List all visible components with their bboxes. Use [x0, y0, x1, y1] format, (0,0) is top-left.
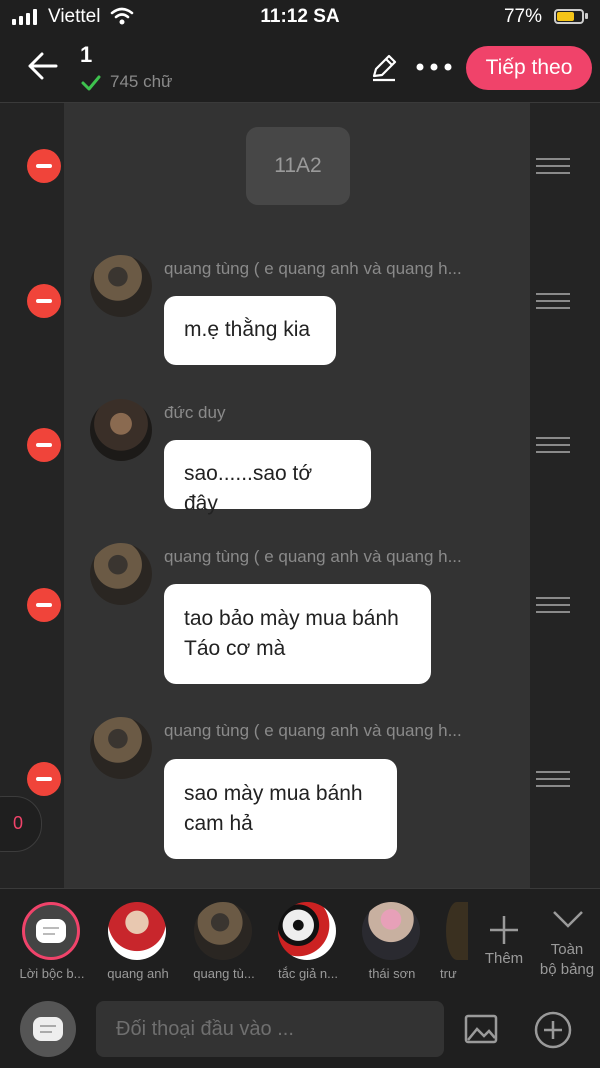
character-label: thái sơn: [368, 966, 416, 981]
battery-icon: [554, 9, 584, 24]
avatar: [90, 399, 152, 461]
check-icon: [81, 75, 101, 91]
chapter-title[interactable]: 1: [80, 42, 92, 68]
delete-button[interactable]: [27, 149, 61, 183]
delete-button[interactable]: [27, 428, 61, 462]
counter-value: 0: [13, 813, 24, 833]
narration-character[interactable]: [22, 902, 80, 960]
character-label: Lời bộc b...: [19, 966, 85, 981]
drag-handle-icon[interactable]: [536, 158, 570, 176]
battery-tip: [585, 13, 588, 19]
add-character-icon[interactable]: [488, 914, 520, 946]
message-line: Táo cơ mà: [184, 637, 286, 660]
narration-block[interactable]: 11A2: [246, 127, 350, 205]
status-bar: Viettel 11:12 SA 77%: [0, 0, 600, 34]
drag-handle-icon[interactable]: [536, 771, 570, 789]
back-arrow-icon[interactable]: [28, 52, 58, 80]
delete-button[interactable]: [27, 762, 61, 796]
battery-percent: 77%: [503, 6, 542, 27]
edit-pencil-icon[interactable]: [370, 54, 398, 82]
collapse-label-line: Toàn: [550, 941, 584, 958]
add-circle-icon[interactable]: [533, 1010, 573, 1050]
message-bubble[interactable]: sao mày mua bánh cam hả: [164, 759, 397, 859]
character-avatar[interactable]: [362, 902, 420, 960]
avatar: [90, 543, 152, 605]
message-line: tao bảo mày mua bánh: [184, 607, 399, 630]
narration-icon: [36, 919, 66, 943]
add-character-label[interactable]: Thêm: [476, 950, 532, 967]
message-line: m.ẹ thằng kia: [184, 318, 311, 341]
speaker-name: quang tùng ( e quang anh và quang h...: [164, 259, 462, 278]
chevron-down-icon[interactable]: [552, 908, 584, 930]
message-line: sao mày mua bánh: [184, 782, 363, 805]
message-bubble[interactable]: tao bảo mày mua bánh Táo cơ mà: [164, 584, 431, 684]
character-label: quang tù...: [193, 966, 255, 981]
character-label: tắc giả n...: [278, 966, 338, 981]
character-label: quang anh: [107, 966, 169, 981]
next-button[interactable]: Tiếp theo: [466, 46, 592, 90]
drag-handle-icon[interactable]: [536, 293, 570, 311]
character-avatar[interactable]: [194, 902, 252, 960]
message-bubble[interactable]: sao......sao tớ đây: [164, 440, 371, 515]
speaker-name: quang tùng ( e quang anh và quang h...: [164, 721, 462, 740]
message-line: sao......sao tớ đây: [184, 462, 313, 515]
message-line: cam hả: [184, 812, 253, 835]
speaker-name: đức duy: [164, 403, 226, 422]
image-icon[interactable]: [464, 1014, 498, 1044]
collapse-label[interactable]: Toàn bộ bảng: [534, 940, 600, 980]
character-avatar[interactable]: [278, 902, 336, 960]
delete-button[interactable]: [27, 588, 61, 622]
word-count: 745 chữ: [110, 72, 173, 91]
character-label: trư: [440, 966, 457, 981]
drag-handle-icon[interactable]: [536, 437, 570, 455]
message-bubble[interactable]: m.ẹ thằng kia: [164, 296, 336, 365]
character-avatar[interactable]: [446, 902, 468, 960]
delete-button[interactable]: [27, 284, 61, 318]
avatar: [90, 717, 152, 779]
dialogue-input[interactable]: Đối thoại đầu vào ...: [96, 1001, 444, 1057]
avatar: [90, 255, 152, 317]
speaker-name: quang tùng ( e quang anh và quang h...: [164, 547, 462, 566]
more-options-icon[interactable]: [416, 62, 452, 72]
collapse-label-line: bộ bảng: [539, 961, 595, 978]
drag-handle-icon[interactable]: [536, 597, 570, 615]
speaker-toggle-button[interactable]: [20, 1001, 76, 1057]
character-avatar[interactable]: [108, 902, 166, 960]
narration-icon: [33, 1017, 63, 1041]
